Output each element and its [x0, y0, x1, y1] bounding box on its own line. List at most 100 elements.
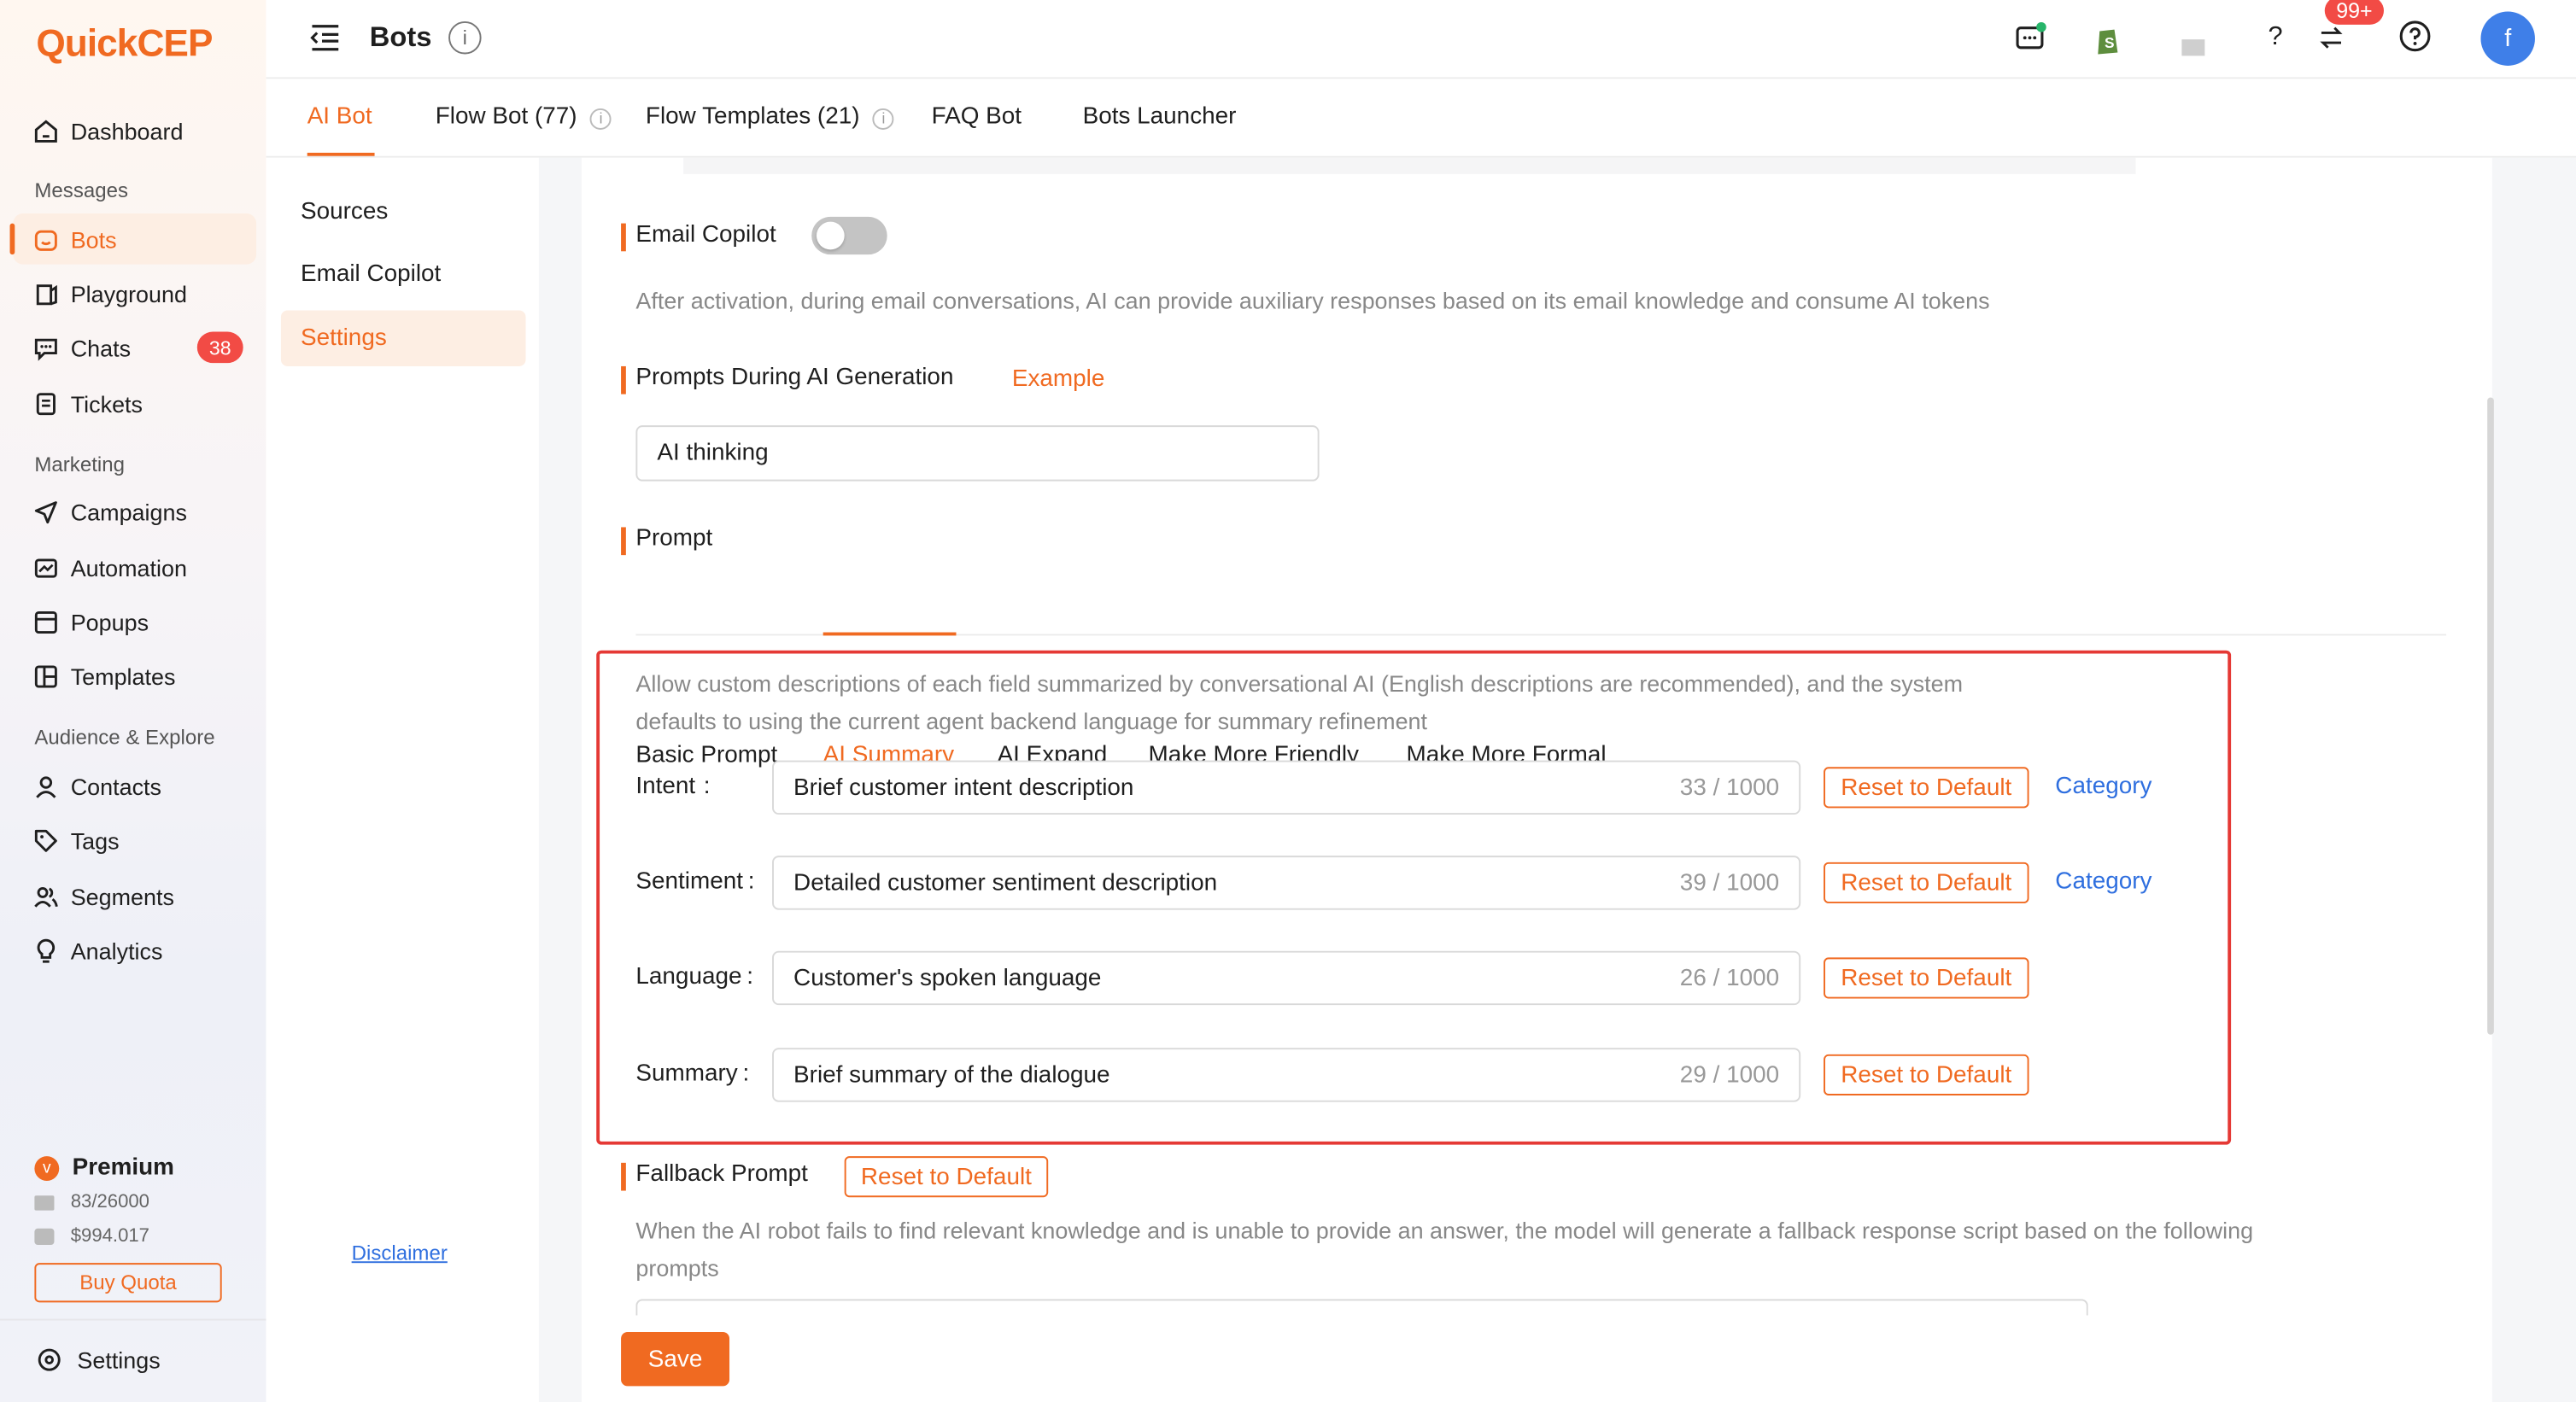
- fallback-input[interactable]: [635, 1299, 2088, 1316]
- bulb-icon: [32, 936, 60, 964]
- tab-ai-bot[interactable]: AI Bot: [307, 103, 372, 130]
- sidebar-item-bots[interactable]: Bots: [9, 213, 257, 265]
- fallback-description-line1: When the AI robot fails to find relevant…: [635, 1217, 2254, 1244]
- sidebar-item-contacts[interactable]: Contacts: [13, 761, 256, 812]
- disclaimer-link[interactable]: Disclaimer: [352, 1241, 448, 1265]
- sentiment-reset-button[interactable]: Reset to Default: [1824, 862, 2029, 903]
- prompt-title: Prompt: [621, 526, 712, 556]
- section-marketing: Marketing: [34, 453, 125, 476]
- char-count: 33 / 1000: [1679, 774, 1780, 801]
- shopify-icon[interactable]: S: [2090, 21, 2126, 57]
- sidebar-item-label: Popups: [70, 608, 149, 635]
- email-copilot-description: After activation, during email conversat…: [635, 287, 1990, 314]
- chat-bubble-icon[interactable]: [2012, 20, 2048, 55]
- info-icon[interactable]: i: [448, 21, 482, 55]
- tab-bots-launcher[interactable]: Bots Launcher: [1083, 103, 1237, 130]
- sidebar-item-dashboard[interactable]: Dashboard: [13, 105, 256, 156]
- sidebar-item-label: Tickets: [70, 389, 143, 417]
- summary-reset-button[interactable]: Reset to Default: [1824, 1054, 2029, 1095]
- char-count: 26 / 1000: [1679, 965, 1780, 991]
- users-icon: [32, 882, 60, 910]
- sidebar-item-tags[interactable]: Tags: [13, 815, 256, 866]
- sidebar-item-label: Bots: [70, 225, 117, 253]
- info-icon: i: [872, 107, 894, 129]
- sidebar-item-popups[interactable]: Popups: [13, 596, 256, 647]
- email-copilot-toggle[interactable]: [811, 216, 887, 255]
- fallback-prompt-title: Fallback Prompt: [621, 1161, 808, 1191]
- section-messages: Messages: [34, 178, 129, 202]
- sidebar-item-segments[interactable]: Segments: [13, 870, 256, 921]
- tab-flow-bot[interactable]: Flow Bot (77) i: [436, 103, 612, 130]
- help-icon[interactable]: [2397, 18, 2433, 54]
- sidebar-item-analytics[interactable]: Analytics: [13, 925, 256, 976]
- sidebar-item-label: Campaigns: [70, 498, 187, 525]
- sidebar-item-campaigns[interactable]: Campaigns: [13, 486, 256, 537]
- intent-reset-button[interactable]: Reset to Default: [1824, 767, 2029, 809]
- sidebar-item-playground[interactable]: Playground: [13, 268, 256, 319]
- sidebar-item-label: Dashboard: [70, 117, 184, 144]
- quota-row: 83/26000: [34, 1192, 149, 1212]
- tab-flow-templates[interactable]: Flow Templates (21) i: [646, 103, 894, 130]
- sidebar-item-label: Automation: [70, 554, 187, 581]
- subnav-sources[interactable]: Sources: [281, 184, 526, 239]
- subnav-settings[interactable]: Settings: [280, 310, 526, 366]
- sentiment-input[interactable]: Detailed customer sentiment description …: [772, 856, 1801, 910]
- input-value: AI thinking: [657, 440, 769, 467]
- tab-label: AI Bot: [307, 103, 372, 130]
- section-audience: Audience & Explore: [34, 726, 215, 750]
- plan-info: v Premium: [34, 1154, 174, 1181]
- sidebar-item-templates[interactable]: Templates: [13, 651, 256, 702]
- language-reset-button[interactable]: Reset to Default: [1824, 957, 2029, 999]
- sidebar-item-label: Tags: [70, 827, 120, 854]
- summary-input[interactable]: Brief summary of the dialogue 29 / 1000: [772, 1048, 1801, 1102]
- avatar[interactable]: f: [2480, 11, 2535, 66]
- settings-label: Settings: [77, 1347, 161, 1374]
- tab-label: Flow Bot (77): [435, 103, 577, 130]
- sidebar-item-automation[interactable]: Automation: [13, 542, 256, 593]
- sentiment-category-link[interactable]: Category: [2055, 869, 2152, 896]
- sidebar-settings[interactable]: Settings: [36, 1347, 161, 1374]
- popup-icon: [32, 608, 60, 636]
- input-value: Detailed customer sentiment description: [793, 869, 1218, 897]
- swap-icon[interactable]: [2313, 20, 2349, 55]
- chat-icon: [32, 333, 60, 361]
- sentiment-label: Sentiment:: [635, 868, 755, 896]
- balance-row: $994.017: [34, 1227, 149, 1247]
- intent-category-link[interactable]: Category: [2055, 774, 2152, 800]
- sidebar-item-label: Chats: [70, 334, 132, 361]
- tab-faq-bot[interactable]: FAQ Bot: [932, 103, 1022, 130]
- bot-icon: [32, 225, 60, 254]
- sidebar-item-chats[interactable]: Chats 38: [13, 322, 256, 373]
- divider: [0, 1318, 266, 1321]
- quickcep-logo[interactable]: QuickCEP: [36, 21, 213, 66]
- tab-label: Bots Launcher: [1082, 103, 1237, 130]
- scrollbar[interactable]: [2487, 397, 2494, 1035]
- playground-icon: [32, 279, 60, 307]
- automation-icon: [32, 553, 60, 581]
- store-icon[interactable]: [2175, 23, 2211, 59]
- language-label: Language:: [635, 964, 754, 990]
- question-small-icon[interactable]: ?: [2257, 20, 2293, 55]
- language-input[interactable]: Customer's spoken language 26 / 1000: [772, 950, 1801, 1006]
- prompt-active-underline: [823, 632, 957, 636]
- previous-input-bottom: [683, 157, 2136, 174]
- ai-thinking-input[interactable]: AI thinking: [635, 425, 1320, 482]
- send-icon: [32, 498, 60, 526]
- example-link[interactable]: Example: [1012, 366, 1105, 393]
- active-tab-underline: [307, 152, 375, 156]
- intent-input[interactable]: Brief customer intent description 33 / 1…: [772, 760, 1801, 815]
- buy-quota-button[interactable]: Buy Quota: [34, 1263, 222, 1303]
- template-icon: [32, 662, 60, 690]
- menu-collapse-icon[interactable]: [309, 23, 342, 53]
- email-copilot-title: Email Copilot: [621, 222, 776, 252]
- subnav-email-copilot[interactable]: Email Copilot: [281, 247, 526, 302]
- sidebar-item-label: Playground: [70, 279, 187, 307]
- save-button[interactable]: Save: [621, 1331, 730, 1387]
- fallback-reset-button[interactable]: Reset to Default: [844, 1156, 1049, 1198]
- sidebar-item-tickets[interactable]: Tickets: [13, 377, 256, 429]
- settings-subnav: Sources Email Copilot Settings Disclaime…: [266, 157, 539, 1402]
- prompts-generation-title: Prompts During AI Generation: [621, 365, 953, 394]
- sidebar: QuickCEP Dashboard Messages Bots Playgro…: [0, 0, 266, 1402]
- settings-icon: [36, 1347, 62, 1373]
- wallet-icon: [34, 1228, 55, 1246]
